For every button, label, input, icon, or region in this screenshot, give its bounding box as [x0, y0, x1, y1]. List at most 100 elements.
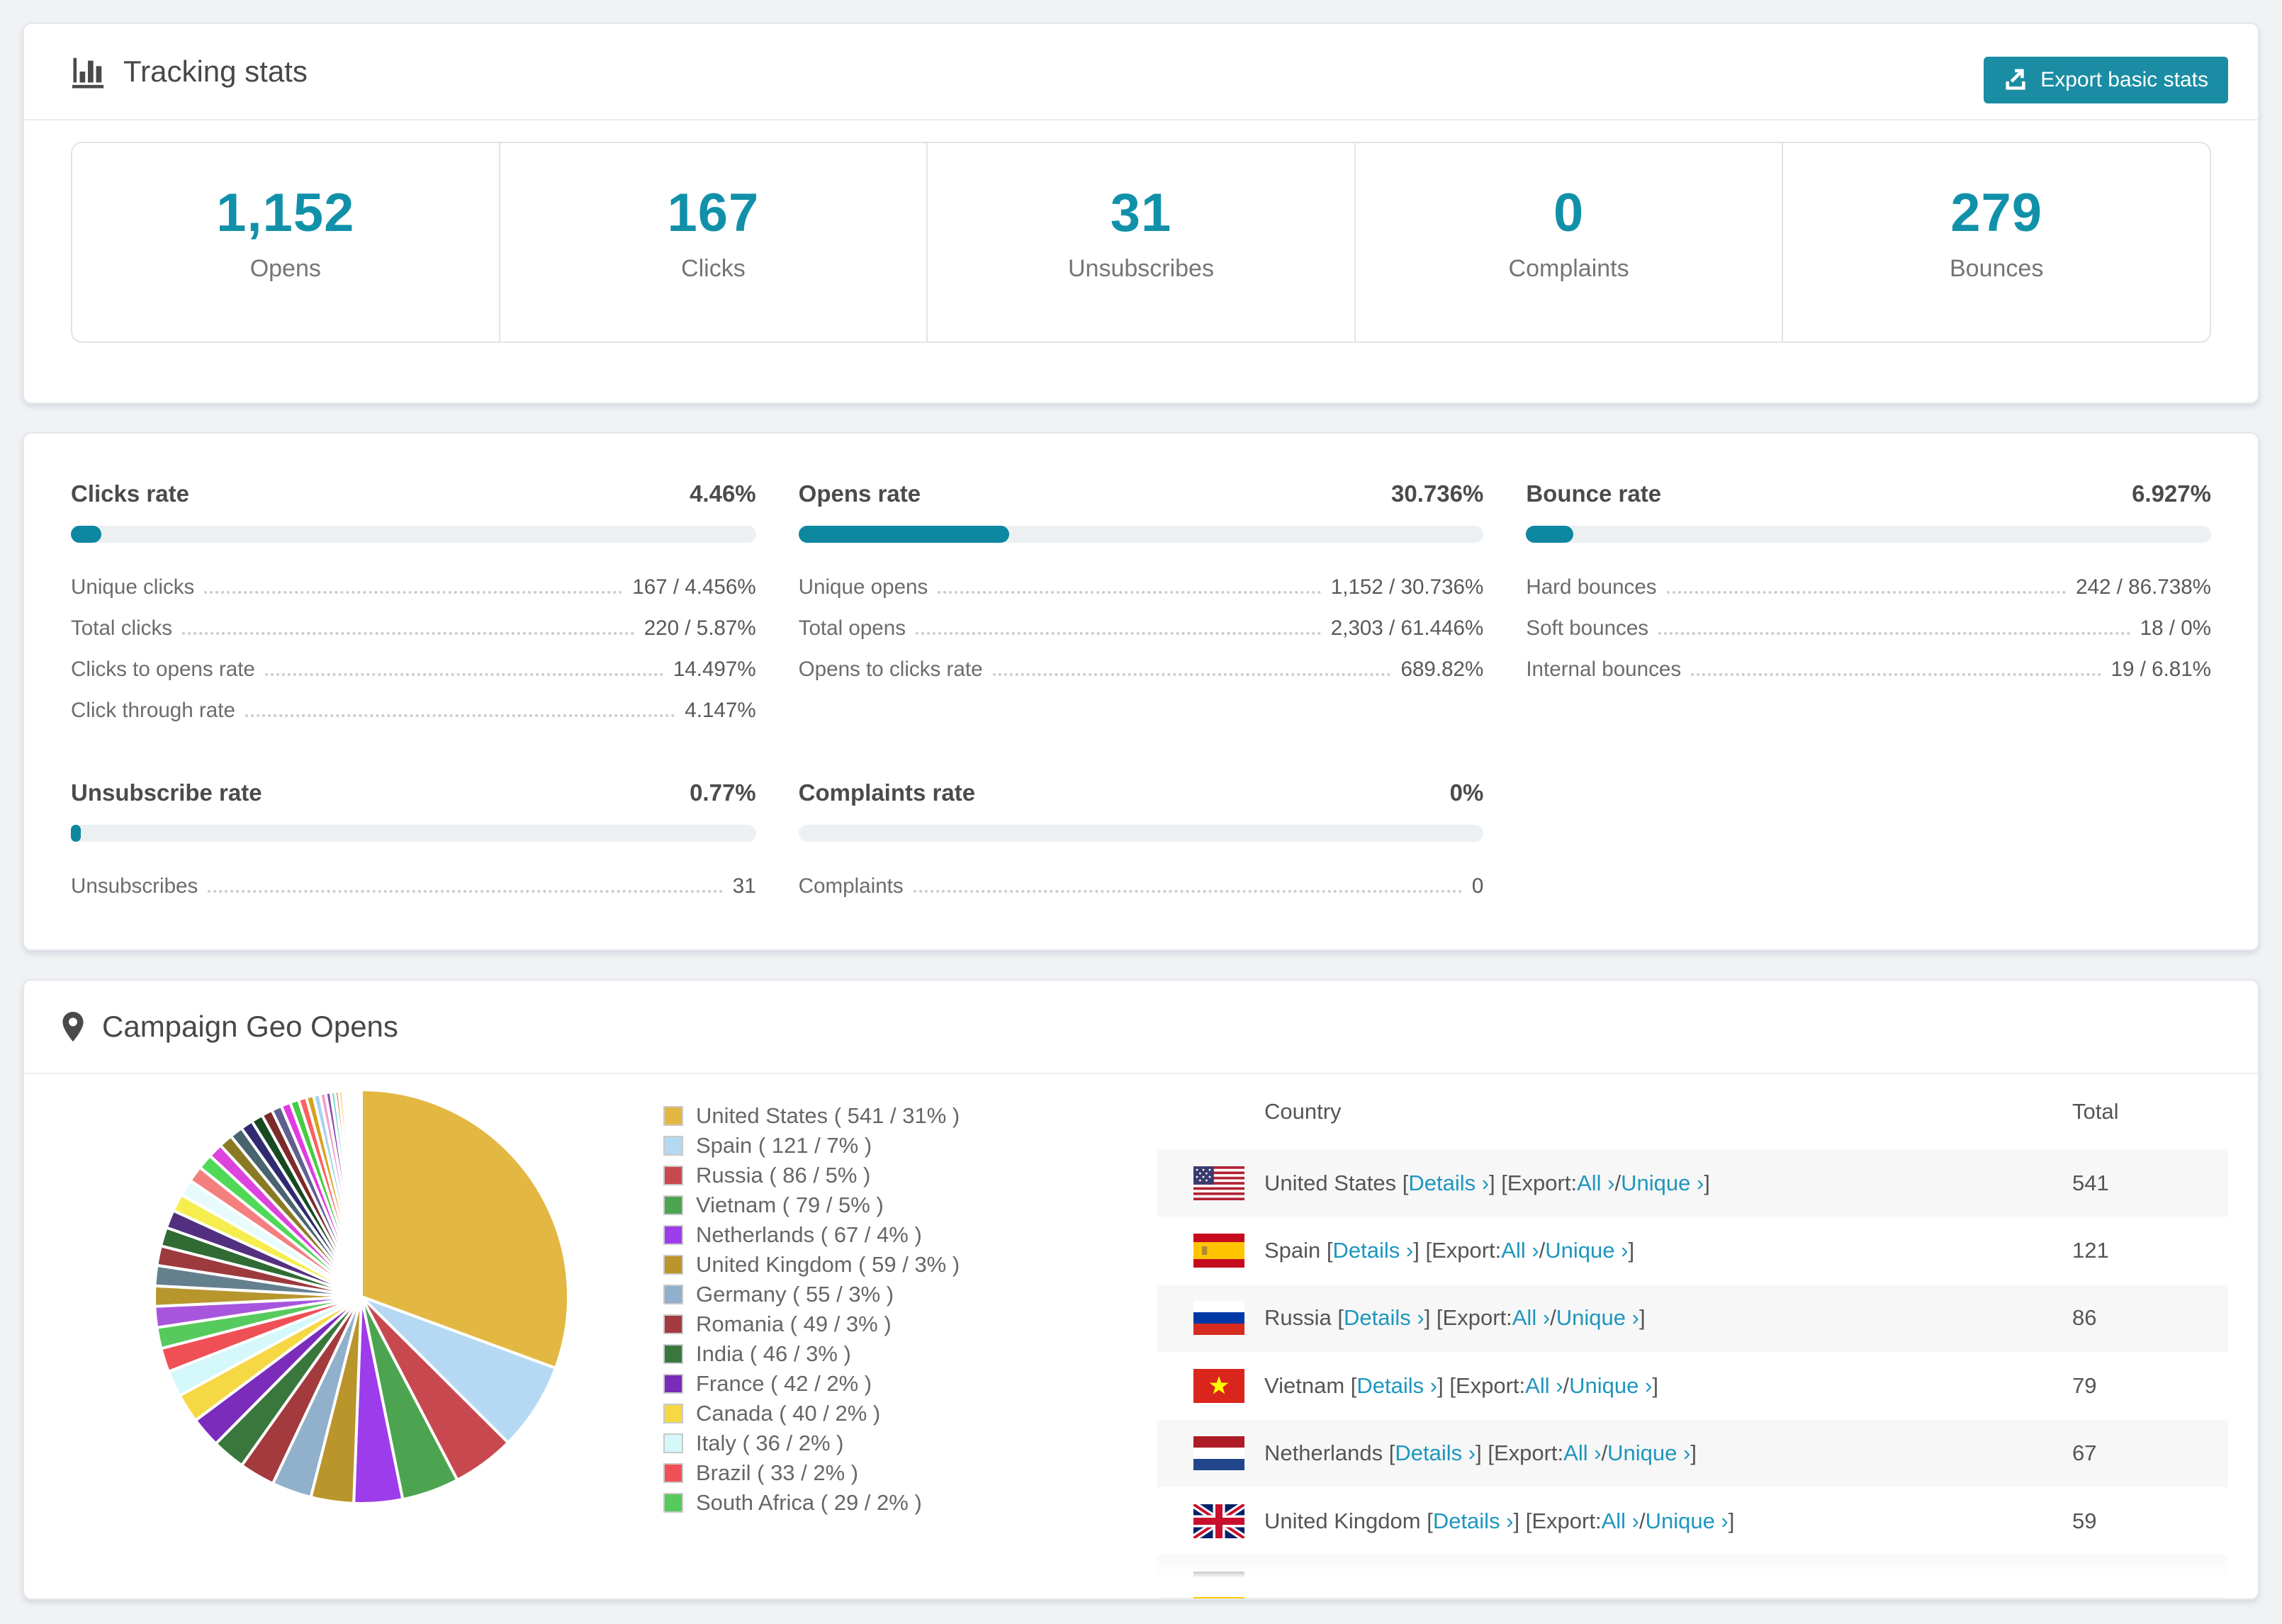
summary-stat-unsubscribes: 31 Unsubscribes [926, 143, 1354, 342]
legend-item-germany[interactable]: Germany ( 55 / 3% ) [663, 1280, 960, 1309]
legend-swatch [663, 1225, 683, 1245]
legend-swatch [663, 1404, 683, 1423]
dashboard-page: Tracking stats Export basic stats 1,152 O… [0, 0, 2282, 1624]
country-total: 86 [2072, 1305, 2097, 1331]
summary-stat-value: 0 [1553, 183, 1585, 243]
rate-progress-bar [798, 526, 1484, 543]
summary-stat-label: Unsubscribes [1067, 255, 1214, 282]
country-column-header: Country [1264, 1099, 1342, 1124]
export-unique-link[interactable]: Unique › [1545, 1238, 1628, 1263]
export-unique-link[interactable]: Unique › [1569, 1373, 1652, 1399]
legend-label: Netherlands ( 67 / 4% ) [696, 1222, 922, 1247]
legend-item-united-kingdom[interactable]: United Kingdom ( 59 / 3% ) [663, 1250, 960, 1280]
rate-detail-row: Opens to clicks rate 689.82% [799, 649, 1484, 690]
export-all-link[interactable]: All › [1577, 1171, 1614, 1196]
details-link[interactable]: Details › [1433, 1509, 1514, 1534]
export-unique-link[interactable]: Unique › [1646, 1509, 1729, 1534]
country-total: 541 [2072, 1170, 2109, 1195]
dotted-leader [264, 673, 663, 676]
dotted-leader [244, 714, 675, 717]
rate-detail-label: Complaints [798, 874, 904, 898]
legend-label: Germany ( 55 / 3% ) [696, 1282, 894, 1307]
legend-item-brazil[interactable]: Brazil ( 33 / 2% ) [663, 1458, 960, 1488]
country-name: United Kingdom [1264, 1508, 1427, 1533]
summary-stat-complaints: 0 Complaints [1354, 143, 1782, 342]
rate-value: 0% [1449, 779, 1484, 806]
summary-stat-value: 31 [1110, 183, 1172, 243]
rate-section-bounce-rate: Bounce rate 6.927% Hard bounces 242 / 86.73… [1526, 480, 2211, 731]
rate-progress-fill [798, 526, 1009, 543]
flag-nl [1193, 1436, 1244, 1471]
geo-pie-chart[interactable] [149, 1084, 574, 1509]
legend-label: United Kingdom ( 59 / 3% ) [696, 1252, 960, 1277]
export-basic-stats-label: Export basic stats [2040, 68, 2208, 91]
dotted-leader [204, 591, 623, 594]
rates-card: Clicks rate 4.46% Unique clicks 167 / 4.456… [23, 432, 2259, 951]
rate-detail-label: Unique opens [798, 575, 928, 599]
export-all-link[interactable]: All › [1563, 1440, 1601, 1466]
dotted-leader [913, 890, 1462, 893]
tracking-stats-card: Tracking stats Export basic stats 1,152 O… [23, 23, 2259, 404]
details-link[interactable]: Details › [1344, 1305, 1424, 1331]
legend-label: Spain ( 121 / 7% ) [696, 1133, 872, 1158]
rate-title: Clicks rate [71, 480, 189, 507]
export-unique-link[interactable]: Unique › [1607, 1440, 1690, 1466]
export-basic-stats-button[interactable]: Export basic stats [1984, 57, 2228, 103]
summary-stat-label: Bounces [1950, 255, 2044, 282]
tracking-stats-title-text: Tracking stats [123, 55, 308, 88]
legend-item-vietnam[interactable]: Vietnam ( 79 / 5% ) [663, 1190, 960, 1220]
legend-item-netherlands[interactable]: Netherlands ( 67 / 4% ) [663, 1220, 960, 1250]
legend-item-france[interactable]: France ( 42 / 2% ) [663, 1369, 960, 1399]
legend-item-spain[interactable]: Spain ( 121 / 7% ) [663, 1131, 960, 1161]
rate-value: 0.77% [690, 779, 756, 806]
table-row-germany [1157, 1555, 2228, 1598]
rate-value: 6.927% [2132, 480, 2211, 507]
flag-ru [1193, 1301, 1244, 1336]
export-all-link[interactable]: All › [1501, 1238, 1539, 1263]
total-column-header: Total [2072, 1099, 2119, 1124]
export-unique-link[interactable]: Unique › [1621, 1171, 1704, 1196]
table-row-spain: Spain [Details ›] [Export: All › / Uniqu… [1157, 1217, 2228, 1284]
details-link[interactable]: Details › [1333, 1238, 1414, 1263]
geo-title: Campaign Geo Opens [61, 1010, 398, 1044]
flag-vn [1193, 1368, 1244, 1403]
rate-detail-row: Total clicks 220 / 5.87% [71, 608, 756, 649]
details-link[interactable]: Details › [1356, 1373, 1437, 1399]
rate-detail-value: 19 / 6.81% [2110, 658, 2212, 681]
rate-title: Bounce rate [1526, 480, 1662, 507]
export-all-link[interactable]: All › [1525, 1373, 1563, 1399]
legend-item-united-states[interactable]: United States ( 541 / 31% ) [663, 1101, 960, 1131]
geo-body: United States ( 541 / 31% ) Spain ( 121 /… [24, 1074, 2258, 1598]
export-all-link[interactable]: All › [1602, 1509, 1639, 1534]
legend-label: South Africa ( 29 / 2% ) [696, 1490, 922, 1515]
legend-swatch [663, 1136, 683, 1156]
legend-item-india[interactable]: India ( 46 / 3% ) [663, 1339, 960, 1369]
rate-detail-value: 167 / 4.456% [632, 575, 756, 599]
legend-swatch [663, 1255, 683, 1275]
summary-stat-value: 279 [1950, 183, 2043, 243]
rate-detail-label: Opens to clicks rate [798, 658, 983, 681]
legend-item-canada[interactable]: Canada ( 40 / 2% ) [663, 1399, 960, 1428]
legend-item-russia[interactable]: Russia ( 86 / 5% ) [663, 1161, 960, 1190]
export-unique-link[interactable]: Unique › [1556, 1305, 1639, 1331]
rate-detail-label: Unique clicks [71, 575, 195, 599]
export-all-link[interactable]: All › [1512, 1305, 1550, 1331]
legend-label: France ( 42 / 2% ) [696, 1371, 872, 1396]
geo-card: Campaign Geo Opens United States ( 541 /… [23, 979, 2259, 1600]
details-link[interactable]: Details › [1408, 1171, 1489, 1196]
legend-item-south-africa[interactable]: South Africa ( 29 / 2% ) [663, 1488, 960, 1518]
legend-swatch [663, 1166, 683, 1185]
rate-title: Complaints rate [798, 779, 976, 806]
rate-progress-bar [71, 526, 756, 543]
legend-label: Vietnam ( 79 / 5% ) [696, 1192, 884, 1217]
legend-item-romania[interactable]: Romania ( 49 / 3% ) [663, 1309, 960, 1339]
rate-detail-label: Unsubscribes [71, 874, 198, 898]
dotted-leader [208, 890, 723, 893]
table-row-united-kingdom: United Kingdom [Details ›] [Export: All … [1157, 1487, 2228, 1555]
country-name: Netherlands [1264, 1440, 1389, 1466]
legend-item-italy[interactable]: Italy ( 36 / 2% ) [663, 1428, 960, 1458]
table-row-russia: Russia [Details ›] [Export: All › / Uniq… [1157, 1284, 2228, 1353]
legend-swatch [663, 1433, 683, 1453]
rate-detail-value: 220 / 5.87% [643, 616, 756, 640]
details-link[interactable]: Details › [1395, 1440, 1476, 1466]
